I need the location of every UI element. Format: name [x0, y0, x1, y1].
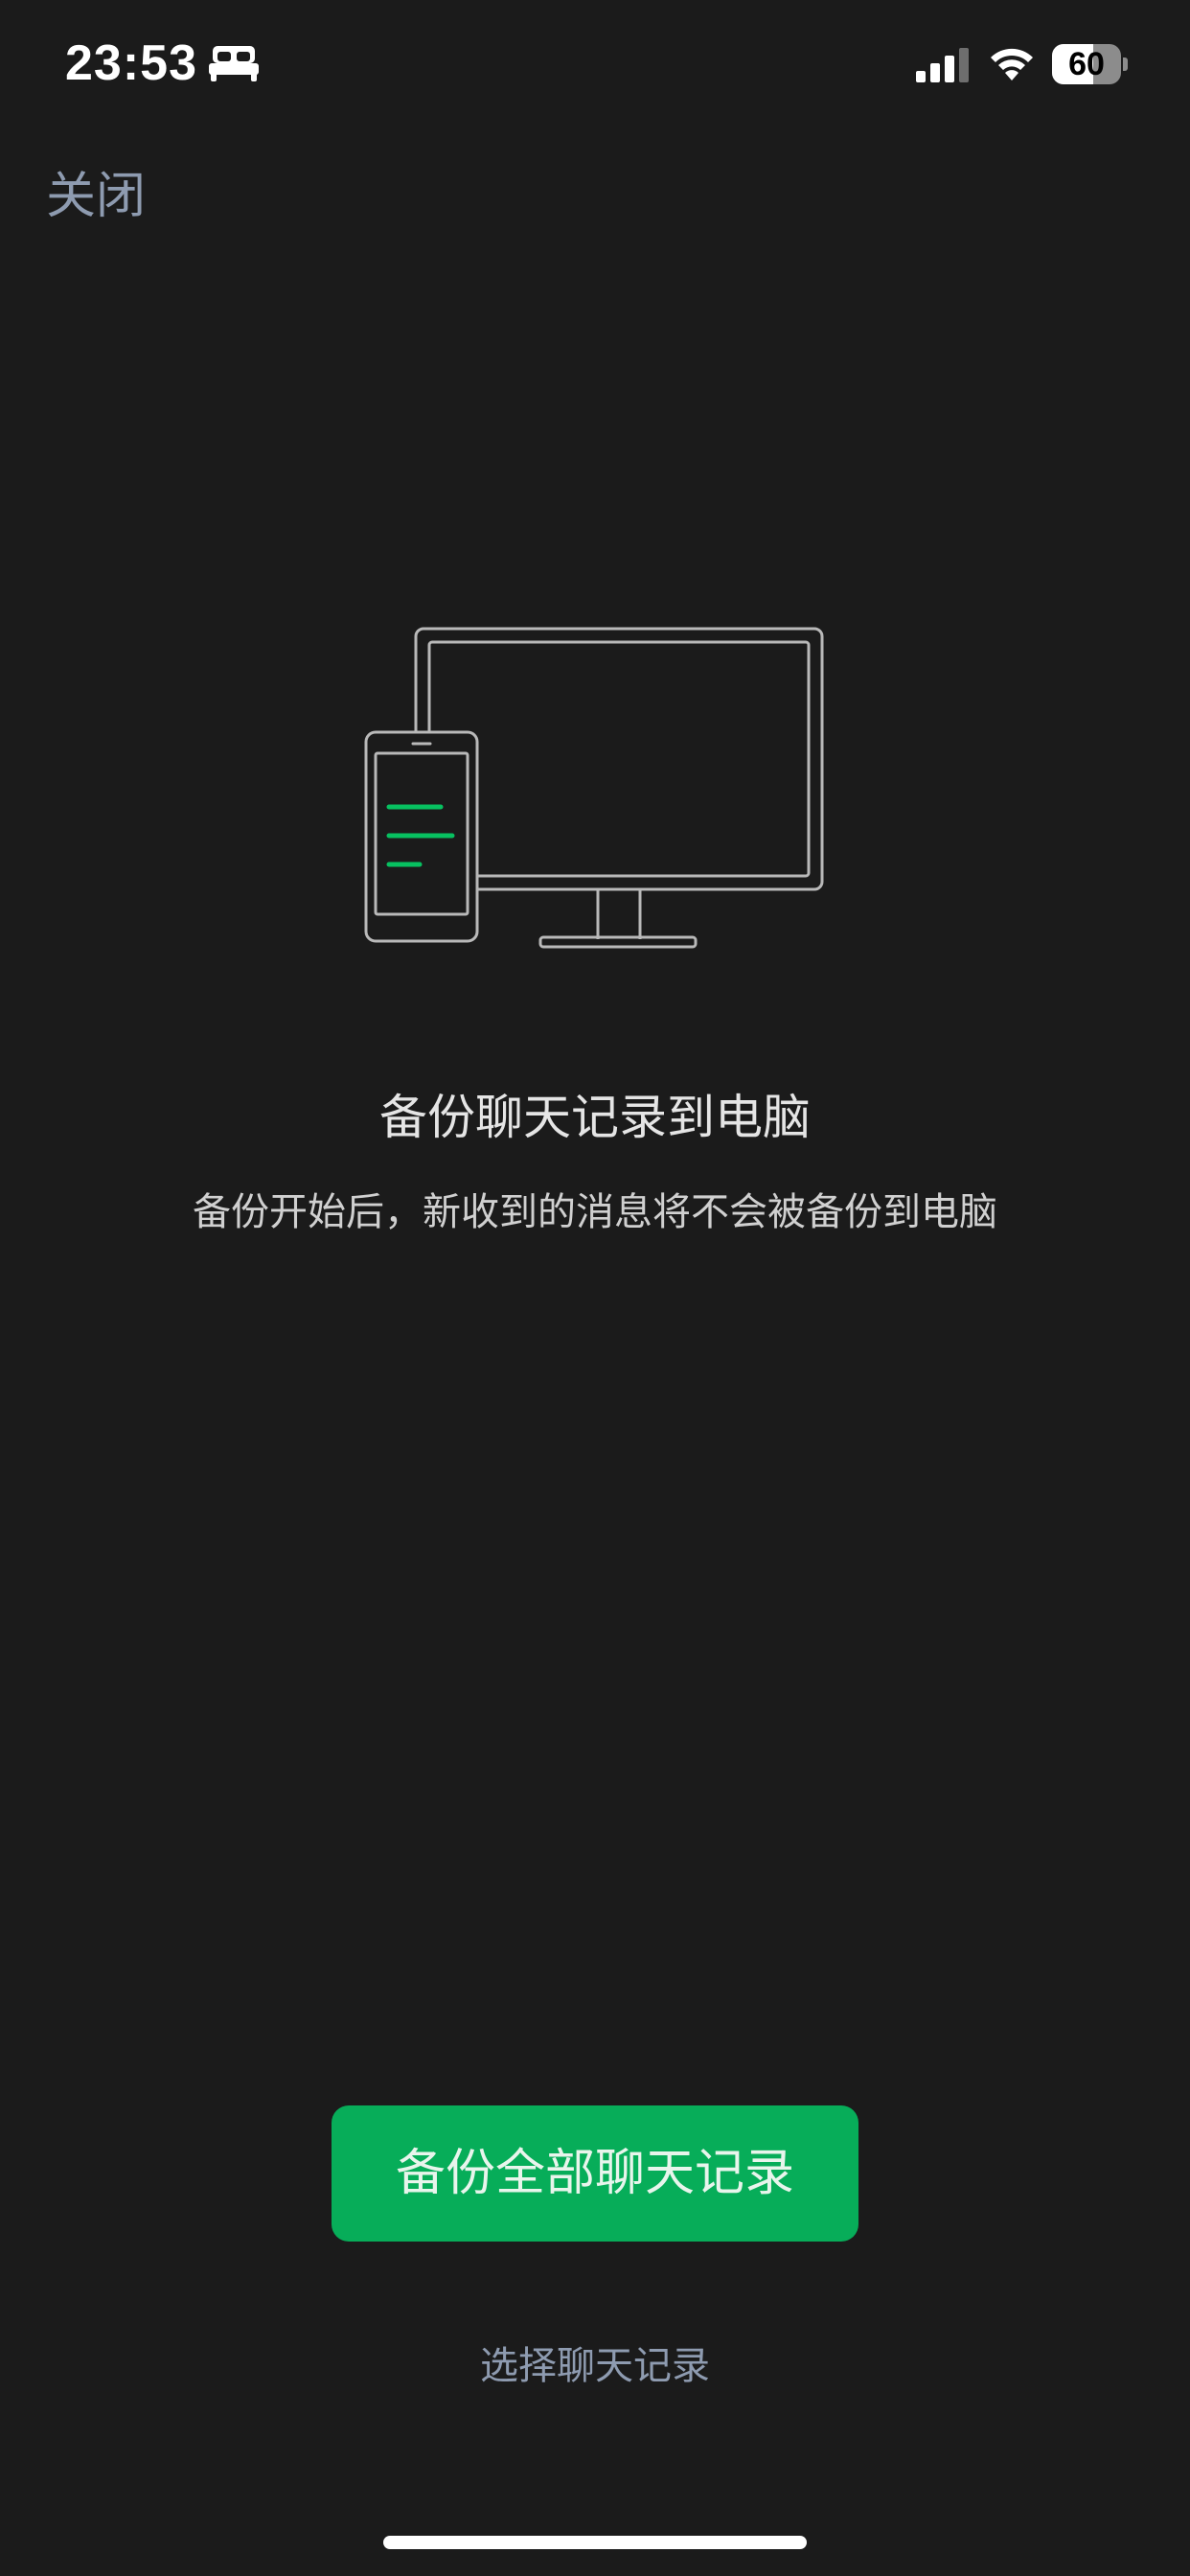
cellular-signal-icon: [916, 48, 969, 82]
battery-level-text: 60: [1068, 46, 1105, 82]
battery-cap: [1123, 58, 1128, 71]
wifi-icon: [991, 48, 1033, 80]
battery-body: 60: [1052, 44, 1121, 84]
battery-indicator: 60: [1052, 44, 1129, 84]
bed-icon: [209, 46, 259, 81]
select-chats-link[interactable]: 选择聊天记录: [0, 2334, 1190, 2390]
backup-all-chats-button[interactable]: 备份全部聊天记录: [332, 2105, 858, 2242]
page-subtitle: 备份开始后，新收到的消息将不会被备份到电脑: [193, 1190, 997, 1234]
close-button[interactable]: 关闭: [46, 155, 146, 227]
status-bar: 23:53 60: [0, 0, 1190, 134]
phone-to-computer-icon: [364, 627, 824, 949]
page-title: 备份聊天记录到电脑: [379, 1090, 811, 1145]
status-time: 23:53: [65, 35, 197, 91]
home-indicator[interactable]: [383, 2536, 807, 2549]
